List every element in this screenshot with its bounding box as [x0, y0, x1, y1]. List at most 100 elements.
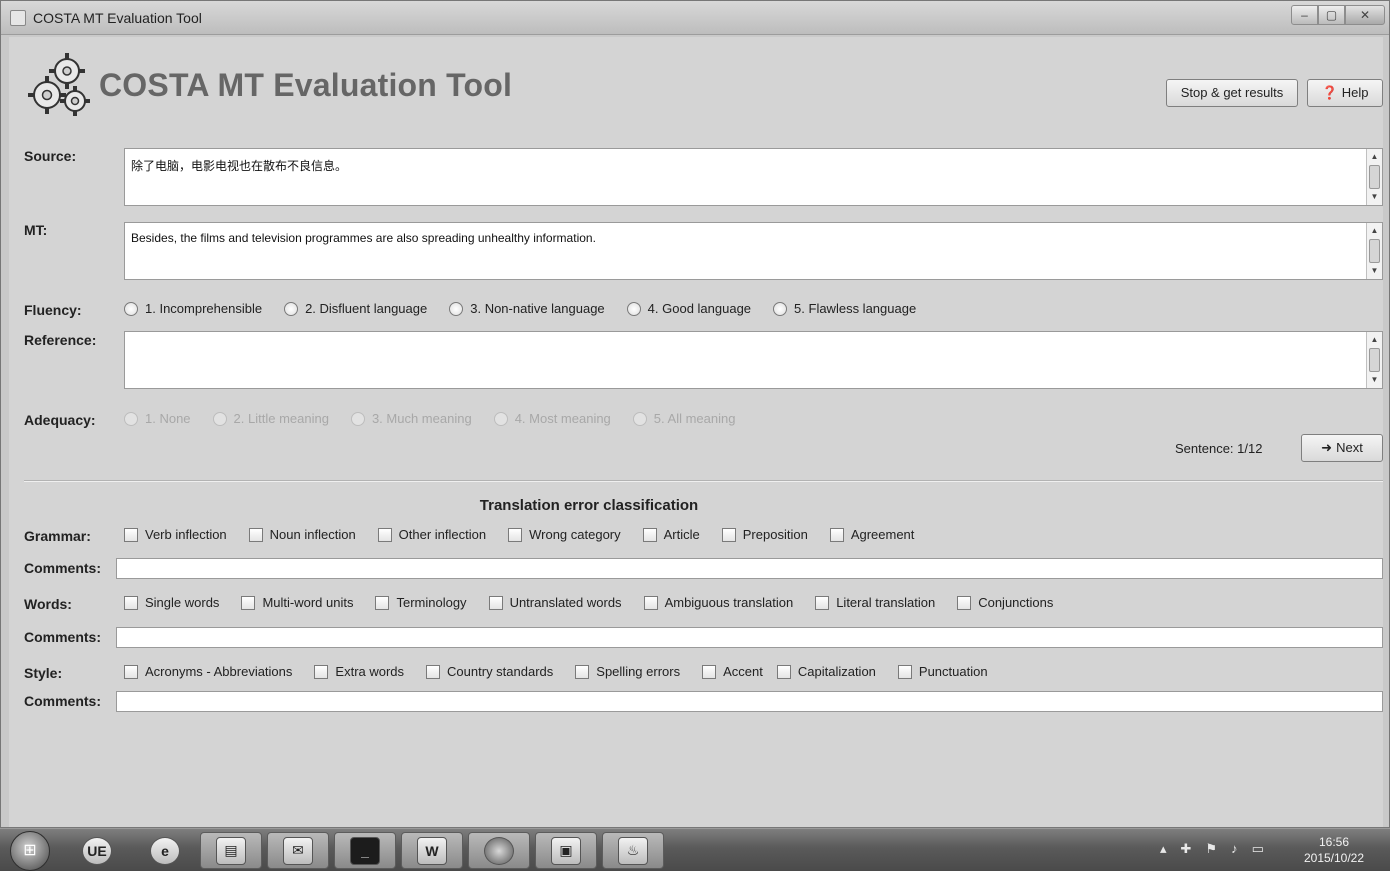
reference-textarea[interactable]: ▲ ▼	[124, 331, 1383, 389]
fluency-option-3[interactable]: 3. Non-native language	[449, 301, 605, 316]
grammar-article[interactable]: Article	[642, 527, 700, 542]
grammar-other-inflection[interactable]: Other inflection	[377, 527, 486, 542]
checkbox-icon[interactable]	[488, 595, 503, 610]
help-button[interactable]: ❓ Help	[1307, 79, 1383, 107]
radio-icon[interactable]	[773, 301, 788, 316]
tray-display-icon[interactable]: ▭	[1252, 841, 1264, 857]
checkbox-icon[interactable]	[702, 664, 717, 679]
checkbox-icon[interactable]	[124, 664, 138, 679]
scroll-down-icon[interactable]: ▼	[1367, 374, 1382, 386]
style-spelling-errors[interactable]: Spelling errors	[575, 664, 680, 679]
checkbox-icon[interactable]	[426, 664, 441, 679]
style-country-standards[interactable]: Country standards	[426, 664, 553, 679]
arrow-right-icon: ➜	[1321, 440, 1333, 455]
grammar-verb-inflection[interactable]: Verb inflection	[124, 527, 227, 542]
word-icon[interactable]: W	[401, 832, 463, 869]
mt-textarea[interactable]: Besides, the films and television progra…	[124, 222, 1383, 280]
fluency-option-1[interactable]: 1. Incomprehensible	[124, 301, 262, 316]
checkbox-icon[interactable]	[241, 595, 256, 610]
words-terminology[interactable]: Terminology	[375, 595, 467, 610]
checkbox-icon[interactable]	[642, 527, 657, 542]
folder-glyph: ▤	[216, 836, 246, 865]
checkbox-icon[interactable]	[375, 595, 390, 610]
radio-icon[interactable]	[626, 301, 641, 316]
grammar-noun-inflection[interactable]: Noun inflection	[248, 527, 356, 542]
checkbox-icon[interactable]	[643, 595, 658, 610]
mt-scrollbar[interactable]: ▲ ▼	[1366, 223, 1382, 279]
checkbox-icon[interactable]	[815, 595, 830, 610]
adequacy-label: Adequacy:	[24, 412, 96, 428]
checkbox-icon[interactable]	[248, 527, 263, 542]
adequacy-option-5: 5. All meaning	[632, 411, 735, 426]
radio-icon[interactable]	[284, 301, 299, 316]
java-app-icon	[10, 10, 26, 26]
tray-expand-icon[interactable]: ▴	[1160, 841, 1167, 857]
section-divider	[24, 480, 1383, 482]
control-panel-icon[interactable]: ▣	[535, 832, 597, 869]
grammar-preposition[interactable]: Preposition	[721, 527, 808, 542]
style-acronyms-abbreviations[interactable]: Acronyms - Abbreviations	[124, 664, 292, 679]
words-comments-input[interactable]	[116, 627, 1383, 648]
source-textarea[interactable]: 除了电脑，电影电视也在散布不良信息。 ▲ ▼	[124, 148, 1383, 206]
style-extra-words[interactable]: Extra words	[314, 664, 404, 679]
next-button[interactable]: ➜ Next	[1301, 434, 1383, 462]
firefox-icon[interactable]	[468, 832, 530, 869]
stop-get-results-button[interactable]: Stop & get results	[1166, 79, 1298, 107]
minimize-button[interactable]: –	[1291, 5, 1318, 25]
style-punctuation[interactable]: Punctuation	[897, 664, 988, 679]
source-scrollbar[interactable]: ▲ ▼	[1366, 149, 1382, 205]
grammar-comments-input[interactable]	[116, 558, 1383, 579]
checkbox-icon[interactable]	[829, 527, 844, 542]
words-ambiguous-translation[interactable]: Ambiguous translation	[643, 595, 793, 610]
checkbox-icon[interactable]	[957, 595, 972, 610]
checkbox-icon[interactable]	[508, 527, 523, 542]
words-untranslated-words[interactable]: Untranslated words	[488, 595, 622, 610]
start-orb[interactable]: ⊞	[10, 831, 50, 871]
fluency-option-2[interactable]: 2. Disfluent language	[284, 301, 427, 316]
file-manager-icon[interactable]: ▤	[200, 832, 262, 869]
internet-explorer-icon[interactable]: e	[134, 832, 196, 869]
checkbox-icon[interactable]	[124, 595, 138, 610]
java-icon[interactable]: ♨	[602, 832, 664, 869]
firefox-glyph	[484, 836, 514, 865]
words-multi-word-units[interactable]: Multi-word units	[241, 595, 353, 610]
scroll-up-icon[interactable]: ▲	[1367, 334, 1382, 346]
grammar-wrong-category[interactable]: Wrong category	[508, 527, 621, 542]
checkbox-icon[interactable]	[721, 527, 736, 542]
tray-volume-icon[interactable]: ♪	[1231, 841, 1238, 857]
scroll-thumb[interactable]	[1369, 239, 1380, 263]
scroll-down-icon[interactable]: ▼	[1367, 191, 1382, 203]
words-single-words[interactable]: Single words	[124, 595, 219, 610]
fluency-option-4[interactable]: 4. Good language	[626, 301, 751, 316]
checkbox-icon[interactable]	[377, 527, 392, 542]
words-literal-translation[interactable]: Literal translation	[815, 595, 935, 610]
tray-flag-icon[interactable]: ⚑	[1205, 841, 1217, 857]
style-capitalization[interactable]: Capitalization	[776, 664, 876, 679]
checkbox-icon[interactable]	[776, 664, 791, 679]
scroll-up-icon[interactable]: ▲	[1367, 151, 1382, 163]
checkbox-icon[interactable]	[575, 664, 590, 679]
checkbox-icon[interactable]	[314, 664, 329, 679]
checkbox-icon[interactable]	[897, 664, 912, 679]
scroll-thumb[interactable]	[1369, 348, 1380, 372]
scroll-up-icon[interactable]: ▲	[1367, 225, 1382, 237]
radio-icon[interactable]	[124, 301, 138, 316]
grammar-agreement[interactable]: Agreement	[829, 527, 914, 542]
style-label: Style:	[24, 665, 63, 681]
system-clock[interactable]: 16:56 2015/10/22	[1290, 834, 1378, 866]
tray-network-icon[interactable]: ✚	[1181, 841, 1192, 857]
fluency-option-5[interactable]: 5. Flawless language	[773, 301, 916, 316]
words-conjunctions[interactable]: Conjunctions	[957, 595, 1053, 610]
maximize-button[interactable]: ▢	[1318, 5, 1345, 25]
terminal-icon[interactable]: _	[334, 832, 396, 869]
mail-icon[interactable]: ✉	[267, 832, 329, 869]
style-accent[interactable]: Accent	[702, 664, 763, 679]
style-comments-input[interactable]	[116, 691, 1383, 712]
scroll-thumb[interactable]	[1369, 165, 1380, 189]
reference-scrollbar[interactable]: ▲ ▼	[1366, 332, 1382, 388]
checkbox-icon[interactable]	[124, 527, 138, 542]
close-button[interactable]: ✕	[1345, 5, 1385, 25]
ultraedit-icon[interactable]: UE	[66, 832, 128, 869]
radio-icon[interactable]	[449, 301, 464, 316]
scroll-down-icon[interactable]: ▼	[1367, 265, 1382, 277]
